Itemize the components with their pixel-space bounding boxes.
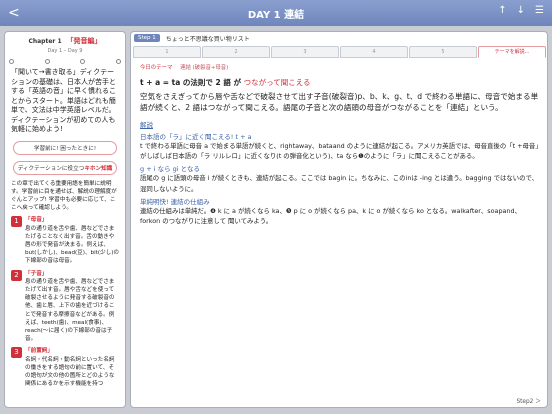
item-text: 名詞・代名詞・動名詞といった名詞の働きをする語句の前に置いて、その語句が文の他の… [25,356,115,388]
ring-icon [80,59,86,64]
back-chevron-icon[interactable]: < [8,4,20,22]
theme-value: 連結 (破裂音+母音) [180,65,229,71]
item-number-badge: 1 [11,216,22,228]
item-title: 「子音」 [25,270,48,277]
theme-label: 今日のテーマ [140,65,173,71]
subheading-2: g + i なら gi となる [140,165,200,174]
step-tag: Step 1 [134,34,160,42]
glossary-item-consonant: 2 「子音」 息の通り道を舌や歯、唇などでさまたげて出す音。唇や舌などを使って破… [11,269,119,344]
tab-5[interactable]: 5 [409,46,477,58]
top-navigation-bar: < DAY 1 連結 ↑ ↓ ☰ [0,0,552,26]
tab-3[interactable]: 3 [271,46,339,58]
chapter-intro: 「聞いて→書き取る」ディクテーションの基礎は、日本人が苦手とする「英語の音」に早… [11,68,116,133]
chapter-number: Chapter 1 [28,38,62,45]
lesson-headline: t + a = ta の法則で 2 語 が つながって聞こえる [140,78,311,87]
step-title: ちょっと不思議な買い物リスト [165,35,250,43]
item-title: 「前置詞」 [25,348,53,355]
arrow-down-icon[interactable]: ↓ [517,5,525,16]
item-text: 息の通り道を舌や歯、唇などでさまたげることなく出す音。舌の動きや唇の形で発音が決… [25,225,119,265]
glossary-item-vowel: 1 「母音」 息の通り道を舌や歯、唇などでさまたげることなく出す音。舌の動きや唇… [11,216,119,265]
glossary-intro: この章で出てくる重要用語を簡単に説明す。学習前に目を通せば、解説の理解度がぐんと… [11,180,117,212]
lesson-body: 空気をさえぎってから唇や舌などで破裂させて出す子音(破裂音)p、b、k、g、t、… [140,92,539,112]
item-text: 息の通り道を舌や歯、唇などでさまたげて出す音。唇や舌などを使って破裂させるように… [25,278,115,343]
next-step-button[interactable]: Step2 ＞ [516,396,541,405]
lesson-panel[interactable]: Step 1 ちょっと不思議な買い物リスト 1 2 3 4 5 テーマを解説..… [130,31,548,408]
binder-rings [9,59,121,64]
explanation-1: t で終わる単語に母音 a で始まる単語が続くと、rightaway、bataa… [140,142,539,161]
chapter-guide-panel[interactable]: Chapter 1 「発音編」 Day 1 – Day 9 「聞いて→書き取る」… [4,31,126,408]
ring-icon [115,59,121,64]
arrow-up-icon[interactable]: ↑ [498,5,506,16]
chapter-name: 「発音編」 [66,37,102,45]
step-header: Step 1 ちょっと不思議な買い物リスト [131,32,547,44]
toolbar-icons: ↑ ↓ ☰ [498,5,544,16]
explanation-2: 語尾の g に語頭の母音 i が続くときも、連結が起こる。ここでは bagin … [140,174,539,193]
subheading-3: 単純明快! 連結の仕組み [140,197,210,206]
ring-icon [9,59,14,64]
step-tabs: 1 2 3 4 5 テーマを解説... [133,46,547,58]
ring-icon [44,59,50,64]
theme-row: 今日のテーマ 連結 (破裂音+母音) [140,63,539,71]
chapter-heading: Chapter 1 「発音編」 [5,32,125,46]
explanation-heading[interactable]: 解説 [140,119,539,129]
item-title: 「母音」 [25,217,48,224]
lesson-content: 今日のテーマ 連結 (破裂音+母音) t + a = ta の法則で 2 語 が… [135,58,545,400]
basics-pill: ディクテーションに役立つキホン知識 [13,160,117,175]
chapter-days: Day 1 – Day 9 [47,48,83,54]
menu-icon[interactable]: ☰ [535,5,544,16]
item-number-badge: 3 [11,347,22,359]
item-number-badge: 2 [11,269,22,281]
tab-2[interactable]: 2 [202,46,270,58]
glossary-item-preposition: 3 「前置詞」 名詞・代名詞・動名詞といった名詞の働きをする語句の前に置いて、そ… [11,347,119,388]
subheading-1: 日本語の「ラ」に近く聞こえる! t + a [140,133,252,141]
tab-theme-explanation[interactable]: テーマを解説... [478,46,546,58]
tab-4[interactable]: 4 [340,46,408,58]
study-tip-pill: 学習前に! 困ったときに! [13,140,117,155]
explanation-3: 連結の仕組みは単純だ。❹ k に a が続くなら ka、❺ p に o が続くな… [140,206,521,226]
tab-1[interactable]: 1 [133,46,201,58]
page-title: DAY 1 連結 [247,9,305,21]
